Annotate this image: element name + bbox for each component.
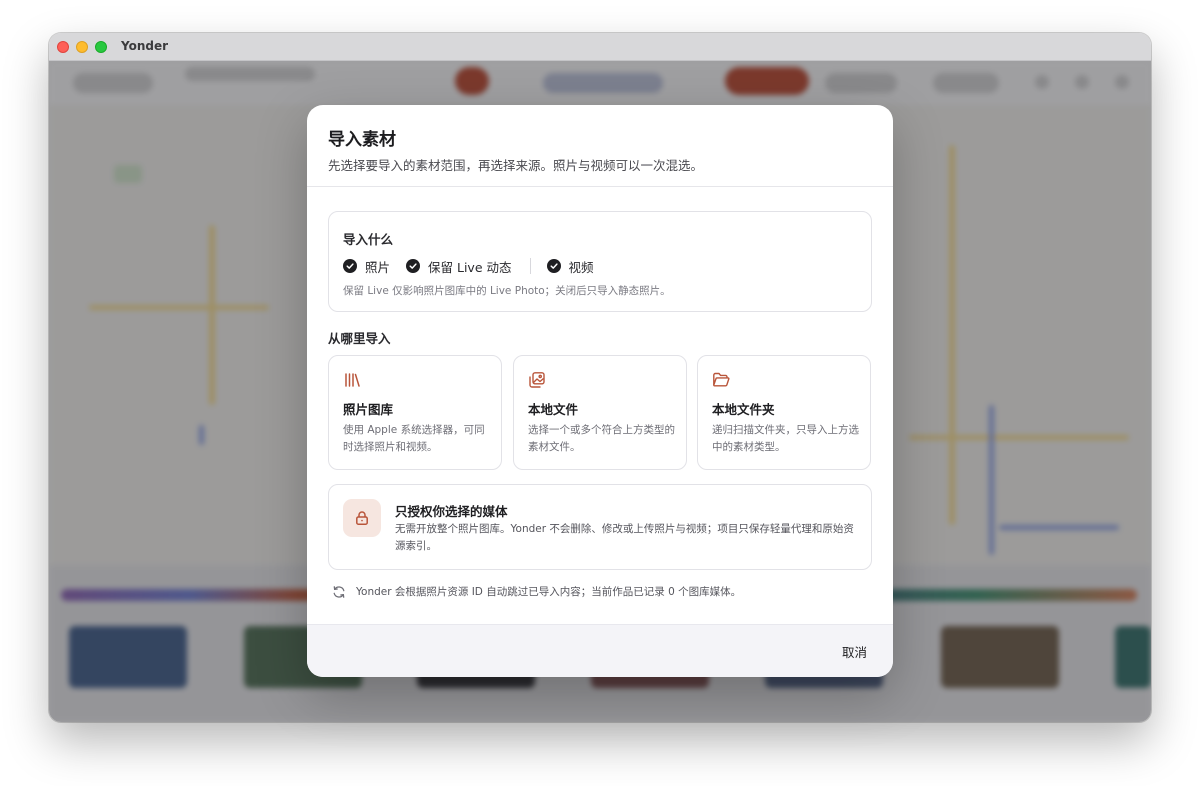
import-type-title: 导入什么 [343, 232, 394, 247]
source-local-files-title: 本地文件 [528, 402, 579, 417]
lock-icon-box [343, 499, 381, 537]
option-videos-label: 视频 [568, 259, 594, 275]
source-local-folder-card[interactable]: 本地文件夹 递归扫描文件夹，只导入上方选中的素材类型。 [697, 355, 871, 470]
title-bar: Yonder [49, 33, 1151, 61]
folder-icon [712, 371, 730, 389]
dedupe-info: Yonder 会根据照片资源 ID 自动跳过已导入内容；当前作品已记录 0 个图… [332, 584, 741, 599]
dialog-title: 导入素材 [328, 130, 396, 150]
checkmark-icon [546, 259, 561, 273]
option-photos-checkbox[interactable]: 照片 [343, 257, 390, 276]
zoom-window-button[interactable] [95, 41, 107, 53]
option-videos-checkbox[interactable]: 视频 [546, 257, 594, 276]
cancel-button[interactable]: 取消 [838, 640, 871, 663]
dialog-footer: 取消 [307, 624, 893, 677]
options-divider [529, 258, 531, 274]
sync-icon [333, 585, 345, 598]
dialog-header: 导入素材 先选择要导入的素材范围，再选择来源。照片与视频可以一次混选。 [307, 105, 893, 187]
dedupe-info-text: Yonder 会根据照片资源 ID 自动跳过已导入内容；当前作品已记录 0 个图… [356, 586, 742, 598]
source-local-folder-desc: 递归扫描文件夹，只导入上方选中的素材类型。 [712, 424, 859, 453]
checkmark-icon [406, 259, 421, 273]
option-live-checkbox[interactable]: 保留 Live 动态 [406, 257, 512, 276]
import-type-card: 导入什么 照片 保留 Live 动态 视频 保留 Live 仅影响照片图库中的 … [328, 211, 872, 312]
library-icon [343, 371, 361, 389]
source-local-files-card[interactable]: 本地文件 选择一个或多个符合上方类型的素材文件。 [513, 355, 687, 470]
option-photos-label: 照片 [365, 259, 391, 275]
import-dialog: 导入素材 先选择要导入的素材范围，再选择来源。照片与视频可以一次混选。 导入什么… [307, 105, 893, 677]
close-window-button[interactable] [57, 41, 69, 53]
dialog-subtitle: 先选择要导入的素材范围，再选择来源。照片与视频可以一次混选。 [328, 158, 704, 173]
source-photo-library-desc: 使用 Apple 系统选择器，可同时选择照片和视频。 [343, 424, 485, 453]
import-type-options: 照片 保留 Live 动态 视频 [343, 257, 594, 275]
source-local-folder-title: 本地文件夹 [712, 402, 775, 417]
app-title: Yonder [121, 39, 169, 53]
privacy-notice-title: 只授权你选择的媒体 [395, 504, 508, 519]
live-hint-text: 保留 Live 仅影响照片图库中的 Live Photo；关闭后只导入静态照片。 [343, 285, 671, 297]
privacy-notice-desc: 无需开放整个照片图库。Yonder 不会删除、修改或上传照片与视频；项目只保存轻… [395, 523, 854, 552]
checkmark-icon [343, 259, 357, 273]
minimize-window-button[interactable] [76, 41, 88, 53]
photo-files-icon [528, 371, 546, 389]
source-photo-library-card[interactable]: 照片图库 使用 Apple 系统选择器，可同时选择照片和视频。 [328, 355, 502, 470]
source-photo-library-title: 照片图库 [343, 402, 394, 417]
lock-icon [356, 511, 368, 525]
source-local-files-desc: 选择一个或多个符合上方类型的素材文件。 [528, 424, 675, 453]
import-source-title: 从哪里导入 [328, 331, 391, 346]
option-live-label: 保留 Live 动态 [428, 259, 512, 275]
privacy-notice-card: 只授权你选择的媒体 无需开放整个照片图库。Yonder 不会删除、修改或上传照片… [328, 484, 872, 570]
